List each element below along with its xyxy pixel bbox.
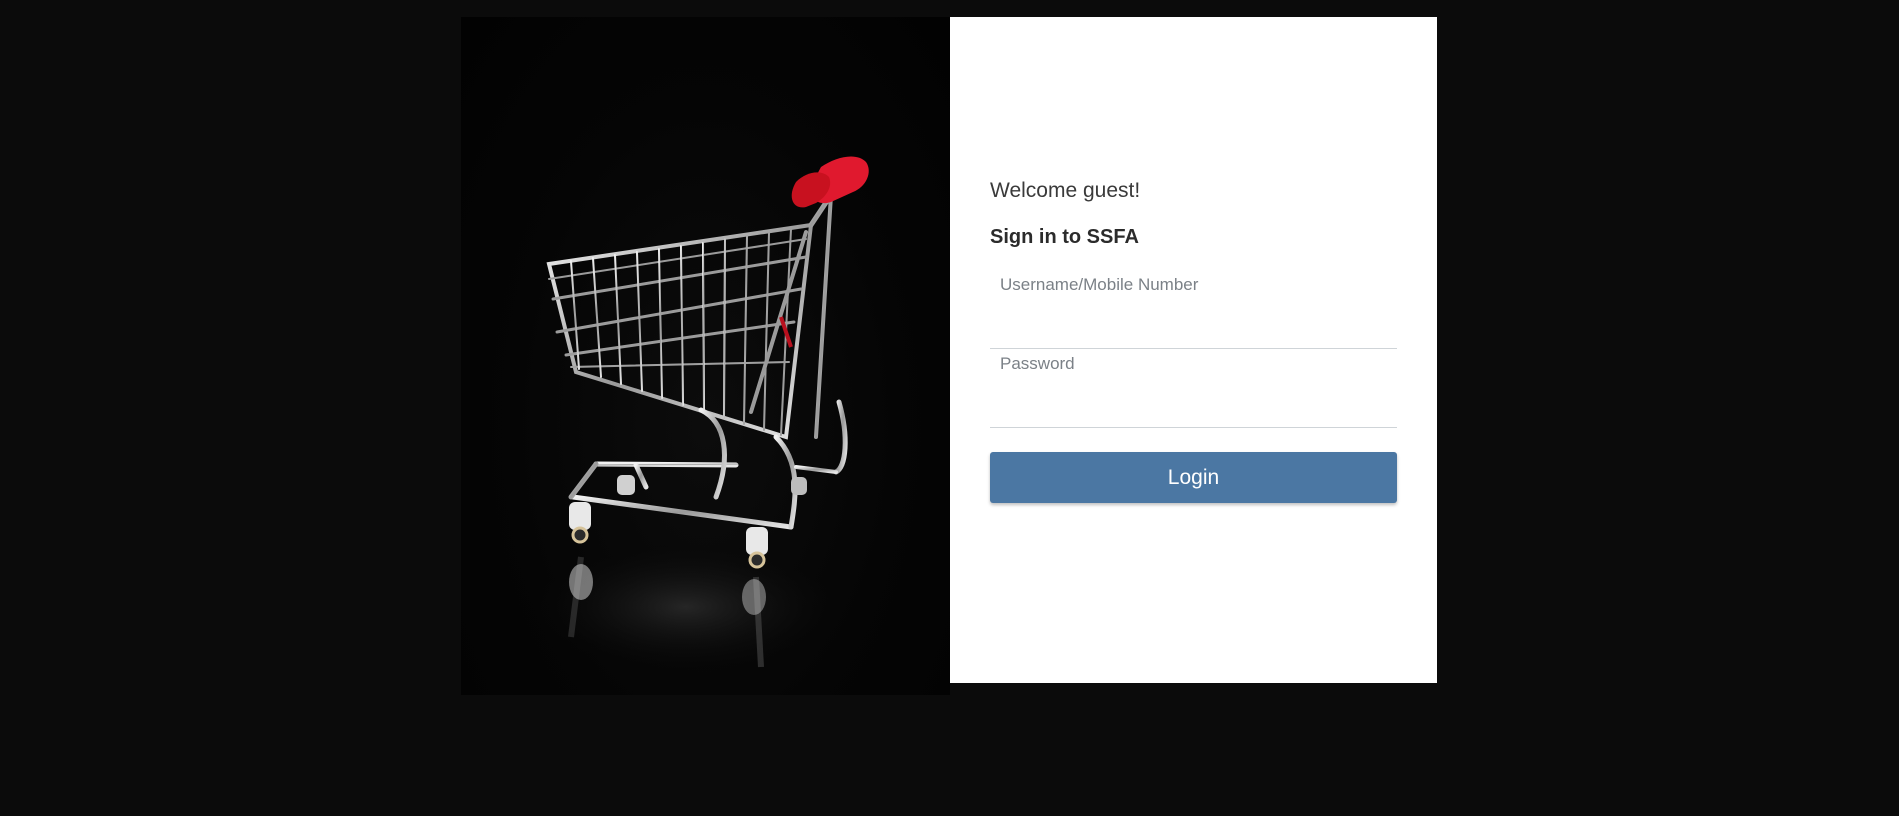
hero-image <box>461 17 950 695</box>
shopping-cart-icon <box>516 156 869 677</box>
username-label: Username/Mobile Number <box>1000 275 1199 294</box>
login-button[interactable]: Login <box>990 452 1397 503</box>
password-field[interactable]: Password <box>990 351 1397 428</box>
sign-in-heading: Sign in to SSFA <box>990 226 1139 248</box>
username-field[interactable]: Username/Mobile Number <box>990 272 1397 349</box>
login-panel: Welcome guest! Sign in to SSFA Username/… <box>950 17 1437 683</box>
welcome-text: Welcome guest! <box>990 179 1141 202</box>
page: Welcome guest! Sign in to SSFA Username/… <box>0 0 1899 816</box>
password-input[interactable] <box>1000 385 1394 421</box>
username-input[interactable] <box>1000 306 1394 342</box>
password-label: Password <box>1000 354 1075 373</box>
